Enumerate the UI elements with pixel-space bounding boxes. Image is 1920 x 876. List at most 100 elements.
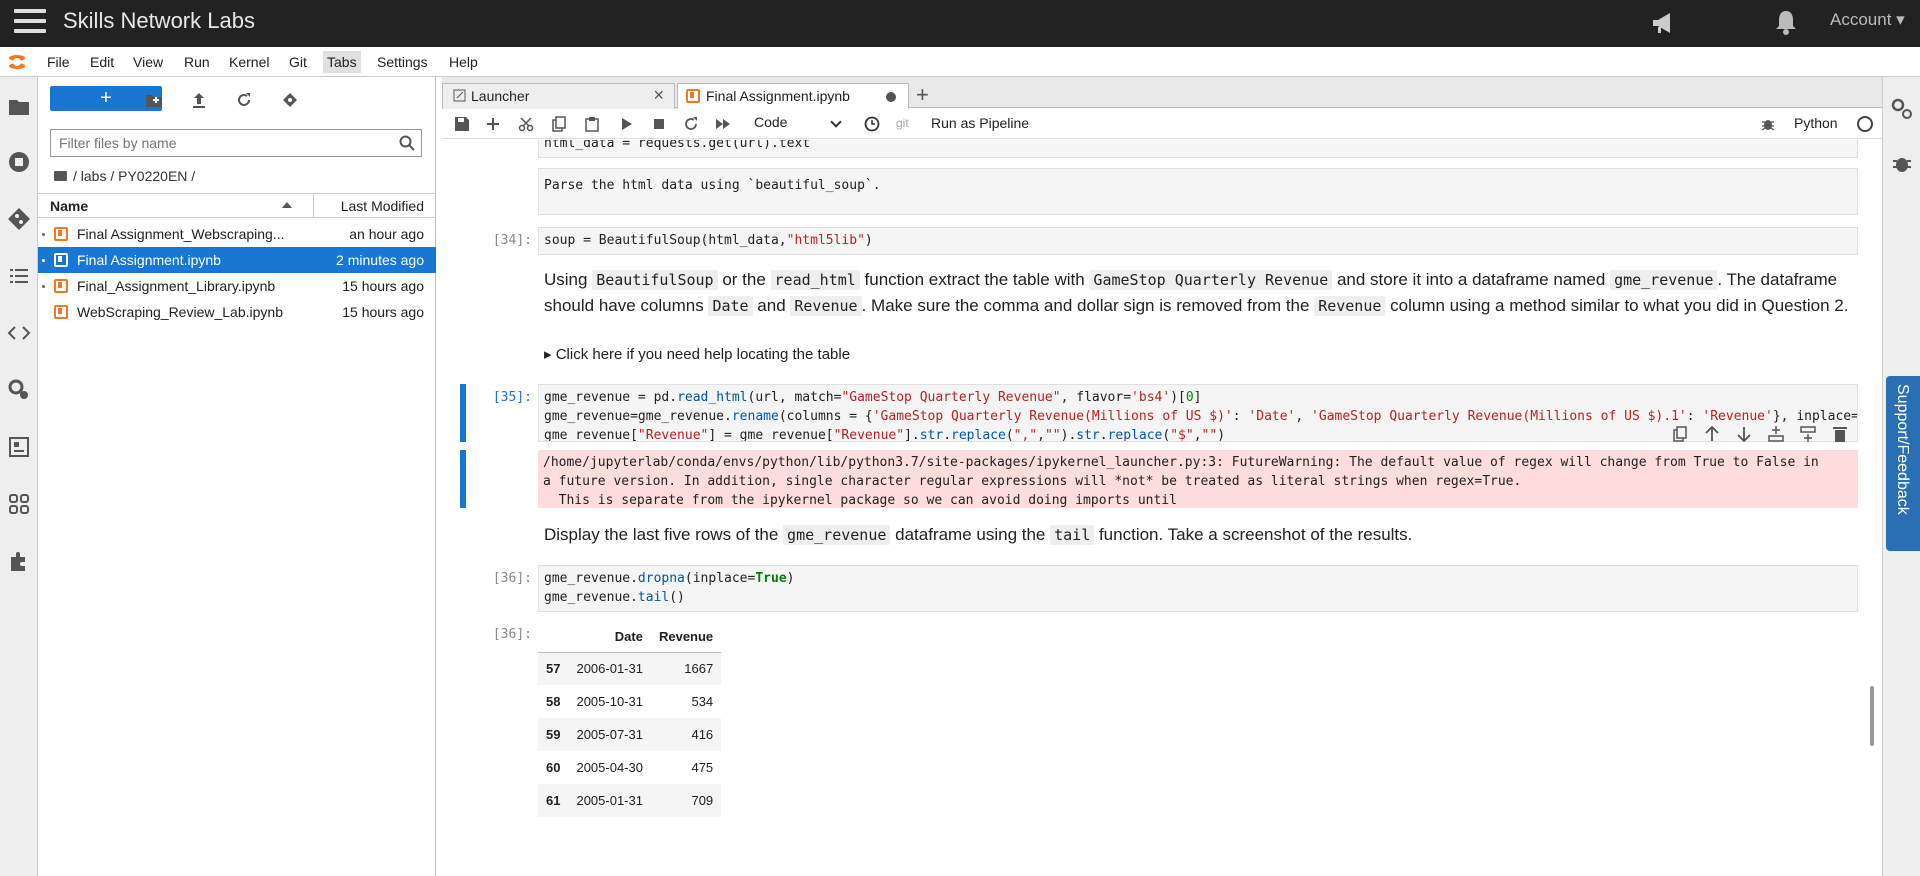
table-of-contents-icon[interactable] [7,264,31,288]
menu-tabs[interactable]: Tabs [323,51,361,73]
md-text: . Make sure the comma and dollar sign is… [861,296,1315,315]
tab-launcher[interactable]: Launcher × [442,83,675,109]
restart-icon[interactable] [683,116,699,132]
menu-help[interactable]: Help [445,54,482,70]
file-row[interactable]: Final Assignment.ipynb 2 minutes ago [38,247,436,273]
insert-cell-icon[interactable] [485,116,501,132]
cell-prompt: [34]: [492,233,532,248]
markdown-cell[interactable]: Display the last five rows of the gme_re… [544,522,1854,548]
code-line: html_data = requests.get(url).text [544,140,811,151]
menu-settings[interactable]: Settings [373,54,432,70]
run-as-pipeline-button[interactable]: Run as Pipeline [931,115,1029,131]
debugger-bug-icon[interactable] [1890,152,1914,176]
menu-git[interactable]: Git [285,54,311,70]
unsaved-indicator-icon[interactable] [886,92,896,102]
notebook-icon [54,253,68,267]
tab-bar: Launcher × Final Assignment.ipynb + [442,77,1882,110]
cell-date: 2005-10-31 [576,694,643,709]
paste-icon[interactable] [584,116,600,132]
details-toggle[interactable]: ▸ Click here if you need help locating t… [544,342,1854,368]
move-down-icon[interactable] [1736,425,1752,443]
notebook-content[interactable]: html_data = requests.get(url).text Parse… [442,140,1866,876]
jupyter-logo-icon [9,55,25,69]
brand-title: Skills Network Labs [63,8,255,33]
property-inspector-icon[interactable] [1890,97,1914,121]
git-clone-icon[interactable] [281,91,299,109]
markdown-edit-cell[interactable]: Parse the html data using `beautiful_sou… [538,168,1858,215]
notebook-icon [686,89,700,103]
code-cell[interactable]: gme_revenue = pd.read_html(url, match="G… [538,384,1858,442]
file-row[interactable]: WebScraping_Review_Lab.ipynb 15 hours ag… [38,299,436,325]
component-catalog-icon[interactable] [7,492,31,516]
code-cell[interactable]: soup = BeautifulSoup(html_data,"html5lib… [538,227,1858,255]
git-icon[interactable] [7,207,31,231]
menu-view[interactable]: View [129,54,167,70]
code-cell[interactable]: html_data = requests.get(url).text [538,140,1858,158]
tab-notebook[interactable]: Final Assignment.ipynb [677,83,909,110]
delete-cell-icon[interactable] [1832,425,1848,443]
git-diff-button[interactable]: git [896,116,909,130]
insert-below-icon[interactable] [1800,425,1816,443]
running-indicator [42,233,45,236]
runtime-images-icon[interactable] [7,435,31,459]
move-up-icon[interactable] [1704,425,1720,443]
code-cell[interactable]: gme_revenue.dropna(inplace=True) gme_rev… [538,565,1858,612]
new-folder-icon[interactable] [145,91,163,109]
property-inspector-icon[interactable] [7,378,31,402]
debugger-bug-icon[interactable] [1760,116,1776,132]
notebook-toolbar: Code git Run as Pipeline Python [442,109,1882,139]
column-header-name[interactable]: Name [50,198,88,214]
cell-revenue: 534 [691,694,714,709]
copy-icon[interactable] [551,116,567,132]
clock-icon[interactable] [864,116,880,132]
notebook-icon [54,279,68,293]
menu-edit[interactable]: Edit [86,54,118,70]
top-bar: Skills Network Labs Account ▾ [0,0,1920,47]
breadcrumb[interactable]: / labs / PY0220EN / [54,168,195,184]
launcher-icon [453,89,466,102]
folder-icon [54,171,67,181]
stop-icon[interactable] [651,116,667,132]
hamburger-menu-icon[interactable] [14,9,46,37]
cell-date: 2006-01-31 [576,661,643,677]
scrollbar-thumb[interactable] [1870,686,1874,746]
account-menu[interactable]: Account ▾ [1830,10,1905,30]
file-row[interactable]: Final Assignment_Webscraping... an hour … [38,221,436,247]
menu-file[interactable]: File [43,54,74,70]
table-row: 61 2005-01-31 709 [538,784,722,817]
close-icon[interactable]: × [653,85,664,106]
megaphone-icon[interactable] [1650,9,1678,37]
insert-above-icon[interactable] [1768,425,1784,443]
bell-icon[interactable] [1773,8,1799,36]
code-snippets-icon[interactable] [7,321,31,345]
extension-manager-icon[interactable] [7,549,31,573]
inline-code: gme_revenue [783,525,891,545]
breadcrumb-path[interactable]: / labs / PY0220EN / [73,168,195,184]
cell-date: 2005-01-31 [576,793,643,808]
column-header-last-modified[interactable]: Last Modified [313,194,436,218]
cut-icon[interactable] [518,116,534,132]
inline-code: read_html [770,270,860,290]
main-panel: Launcher × Final Assignment.ipynb + Code… [442,77,1882,876]
dataframe-table: Date Revenue 57 2006-01-31 1667 58 2005-… [538,622,722,817]
file-filter-input[interactable] [51,130,381,156]
file-row[interactable]: Final_Assignment_Library.ipynb 15 hours … [38,273,436,299]
upload-icon[interactable] [190,91,208,109]
save-icon[interactable] [454,116,470,132]
add-tab-icon[interactable]: + [916,82,929,108]
support-feedback-button[interactable]: Support/Feedback [1886,376,1920,551]
duplicate-cell-icon[interactable] [1672,425,1688,443]
menu-run[interactable]: Run [180,54,214,70]
support-feedback-label: Support/Feedback [1894,384,1911,515]
cell-prompt: [35]: [492,390,532,405]
markdown-cell[interactable]: Using BeautifulSoup or the read_html fun… [544,267,1854,319]
table-row: 57 2006-01-31 1667 [538,652,722,685]
running-sessions-icon[interactable] [7,150,31,174]
refresh-icon[interactable] [235,91,253,109]
kernel-name[interactable]: Python [1794,115,1838,131]
menu-kernel[interactable]: Kernel [225,54,273,70]
cell-date: 2005-07-31 [576,727,643,742]
folder-icon[interactable] [7,95,31,119]
run-icon[interactable] [618,116,634,132]
fast-forward-icon[interactable] [715,116,731,132]
